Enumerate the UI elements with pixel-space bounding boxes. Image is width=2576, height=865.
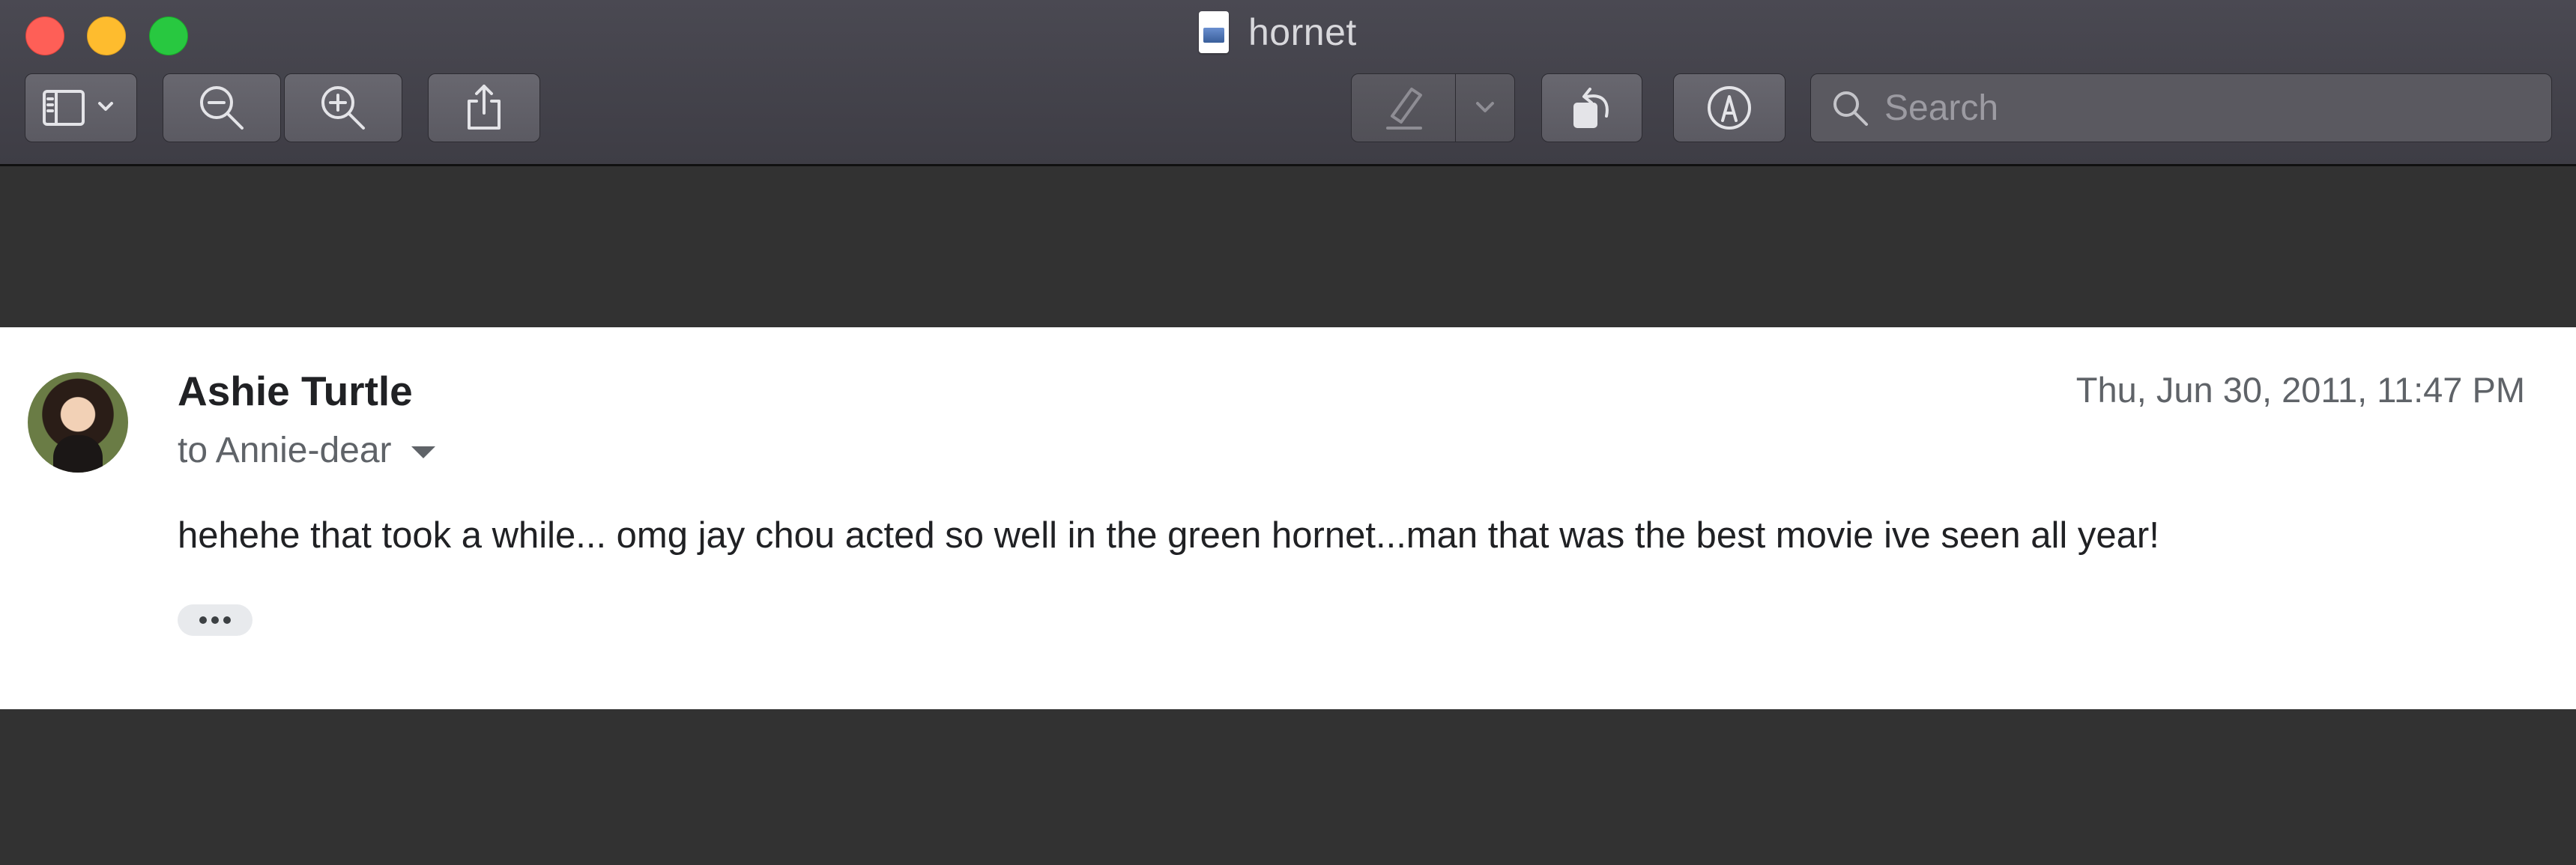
zoom-window-button[interactable] — [149, 16, 188, 55]
recipient-text: to Annie-dear — [178, 431, 392, 470]
highlight-button[interactable] — [1351, 73, 1456, 142]
caret-down-icon[interactable] — [411, 446, 435, 458]
show-trimmed-content-button[interactable] — [178, 604, 253, 636]
search-input[interactable] — [1883, 86, 2530, 130]
document-page: Ashie Turtle to Annie-dear Thu, Jun 30, … — [0, 327, 2576, 709]
search-field[interactable] — [1810, 73, 2552, 142]
sender-name: Ashie Turtle — [178, 368, 413, 414]
zoom-out-icon — [200, 86, 244, 130]
rotate-button[interactable] — [1541, 73, 1642, 142]
markup-button[interactable] — [1673, 73, 1786, 142]
rotate-icon — [1573, 88, 1609, 128]
window-title: hornet — [1199, 6, 1357, 58]
share-icon — [468, 85, 501, 130]
zoom-out-button[interactable] — [163, 73, 281, 142]
zoom-in-icon — [321, 86, 365, 130]
sidebar-icon — [43, 90, 113, 126]
markup-pen-icon — [1708, 86, 1751, 130]
highlight-options-button[interactable] — [1455, 73, 1515, 142]
sender-avatar — [28, 372, 128, 473]
sidebar-view-button[interactable] — [25, 73, 137, 142]
email-date: Thu, Jun 30, 2011, 11:47 PM — [2075, 370, 2525, 410]
preview-window: hornet Search Ashie Turtle to Annie-dear… — [0, 0, 2576, 865]
ellipsis-dot-icon — [199, 616, 207, 624]
highlighter-icon — [1386, 88, 1422, 130]
share-button[interactable] — [428, 73, 540, 142]
search-icon — [1833, 91, 1868, 126]
document-icon — [1199, 11, 1229, 53]
close-window-button[interactable] — [25, 16, 64, 55]
ellipsis-dot-icon — [223, 616, 231, 624]
zoom-in-button[interactable] — [284, 73, 402, 142]
window-toolbar: hornet — [0, 0, 2576, 166]
chevron-down-icon — [1476, 102, 1494, 112]
ellipsis-dot-icon — [211, 616, 219, 624]
window-title-text: hornet — [1248, 11, 1357, 53]
recipient-line[interactable]: to Annie-dear — [178, 430, 435, 471]
email-body: hehehe that took a while... omg jay chou… — [178, 515, 2159, 556]
minimize-window-button[interactable] — [87, 16, 126, 55]
